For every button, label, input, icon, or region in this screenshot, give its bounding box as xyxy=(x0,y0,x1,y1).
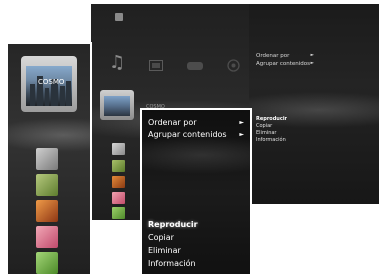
photo-thumbnail[interactable] xyxy=(112,176,125,188)
photo-thumbnail[interactable] xyxy=(112,192,125,204)
photo-thumbnail[interactable] xyxy=(112,160,125,172)
context-menu: Ordenar por ► Agrupar contenidos ► Repro… xyxy=(140,108,252,276)
xmb-panel-front: COSMO xyxy=(6,42,92,276)
gamepad-icon[interactable] xyxy=(187,61,203,71)
photo-thumbnail[interactable] xyxy=(36,252,58,274)
background-wave xyxy=(8,118,90,152)
arrow-right-icon: ► xyxy=(239,131,244,138)
menu-item-eliminar[interactable]: Eliminar xyxy=(148,246,181,255)
actions-menu-small: Reproducir Copiar Eliminar Información xyxy=(256,116,287,144)
folder-label: COSMO xyxy=(38,78,65,86)
photo-thumbnail[interactable] xyxy=(112,207,125,219)
xmb-panel-back: Ordenar por ► Agrupar contenidos ► Repro… xyxy=(249,4,379,204)
background-wave xyxy=(142,136,250,174)
photo-thumbnail[interactable] xyxy=(36,148,58,170)
music-note-icon[interactable]: ♫ xyxy=(109,52,125,73)
menu-item-informacion-small[interactable]: Información xyxy=(256,137,287,144)
photo-folder-selected[interactable]: COSMO xyxy=(21,56,77,112)
photo-thumbnail[interactable] xyxy=(36,174,58,196)
menu-item-agrupar-small[interactable]: Agrupar contenidos ► xyxy=(256,60,316,68)
options-menu-small: Ordenar por ► Agrupar contenidos ► xyxy=(256,52,316,68)
menu-item-copiar[interactable]: Copiar xyxy=(148,233,174,242)
photo-folder-thumbnail[interactable] xyxy=(100,90,134,120)
status-icon xyxy=(115,13,123,21)
city-photo xyxy=(26,66,72,106)
menu-item-eliminar-small[interactable]: Eliminar xyxy=(256,130,287,137)
arrow-right-icon: ► xyxy=(310,61,314,66)
menu-item-agrupar-contenidos[interactable]: Agrupar contenidos xyxy=(148,130,227,139)
arrow-right-icon: ► xyxy=(310,53,314,58)
menu-item-informacion[interactable]: Información xyxy=(148,259,196,268)
menu-item-ordenar-por[interactable]: Ordenar por xyxy=(148,118,197,127)
menu-item-copiar-small[interactable]: Copiar xyxy=(256,123,287,130)
city-photo xyxy=(104,96,130,116)
photo-thumbnail[interactable] xyxy=(112,143,125,155)
menu-item-reproducir[interactable]: Reproducir xyxy=(148,220,198,229)
network-icon[interactable] xyxy=(227,59,240,72)
photo-thumbnail[interactable] xyxy=(36,226,58,248)
menu-item-ordenar-small[interactable]: Ordenar por ► xyxy=(256,52,316,60)
photo-thumbnail[interactable] xyxy=(36,200,58,222)
menu-item-reproducir-small[interactable]: Reproducir xyxy=(256,116,287,123)
arrow-right-icon: ► xyxy=(239,119,244,126)
video-icon[interactable] xyxy=(149,60,163,71)
